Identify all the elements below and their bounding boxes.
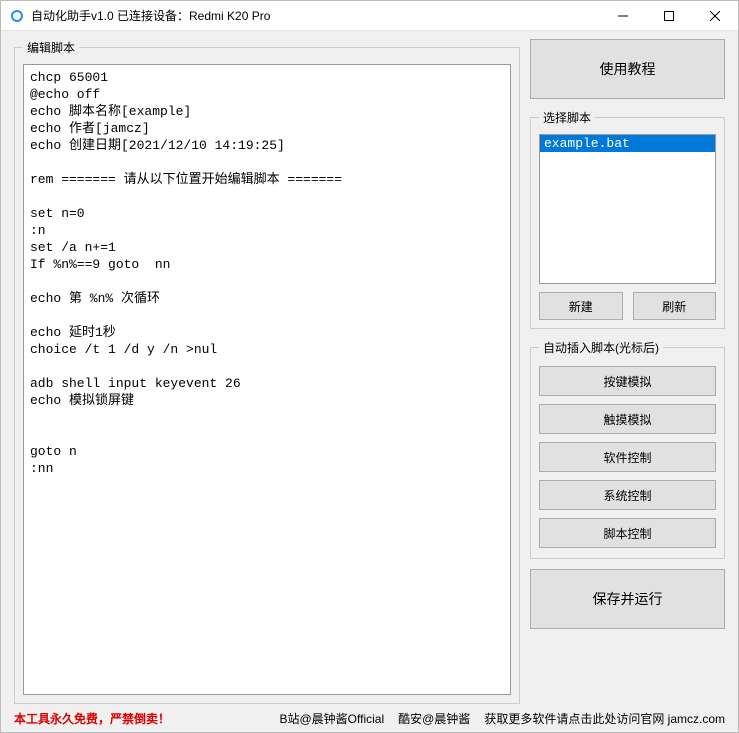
editor-legend: 编辑脚本 [23,39,79,56]
list-item[interactable]: example.bat [540,135,715,152]
tutorial-button[interactable]: 使用教程 [530,39,725,99]
window-controls [600,1,738,31]
auto-insert-group: 自动插入脚本(光标后) 按键模拟 触摸模拟 软件控制 系统控制 脚本控制 [530,339,725,559]
footer-warning: 本工具永久免费，严禁倒卖！ [14,710,170,727]
app-icon [9,8,25,24]
script-editor[interactable] [23,64,511,695]
app-window: 自动化助手v1.0 已连接设备：Redmi K20 Pro 编辑脚本 使用教程 … [0,0,739,733]
coolapk-link[interactable]: 酷安@晨钟酱 [398,710,470,727]
titlebar: 自动化助手v1.0 已连接设备：Redmi K20 Pro [1,1,738,31]
new-button[interactable]: 新建 [539,292,623,320]
script-buttons-row: 新建 刷新 [539,292,716,320]
minimize-button[interactable] [600,1,646,31]
bilibili-link[interactable]: B站@晨钟酱Official [279,710,384,727]
website-link[interactable]: 获取更多软件请点击此处访问官网 jamcz.com [484,710,725,727]
select-script-legend: 选择脚本 [539,109,595,126]
editor-group: 编辑脚本 [14,39,520,704]
footer: 本工具永久免费，严禁倒卖！ B站@晨钟酱Official 酷安@晨钟酱 获取更多… [1,708,738,732]
touch-sim-button[interactable]: 触摸模拟 [539,404,716,434]
key-sim-button[interactable]: 按键模拟 [539,366,716,396]
main-content: 编辑脚本 使用教程 选择脚本 example.bat 新建 刷新 自动插入脚本(… [1,31,738,708]
close-button[interactable] [692,1,738,31]
refresh-button[interactable]: 刷新 [633,292,717,320]
software-ctrl-button[interactable]: 软件控制 [539,442,716,472]
script-listbox[interactable]: example.bat [539,134,716,284]
maximize-button[interactable] [646,1,692,31]
left-column: 编辑脚本 [14,39,520,704]
right-column: 使用教程 选择脚本 example.bat 新建 刷新 自动插入脚本(光标后) … [530,39,725,704]
select-script-group: 选择脚本 example.bat 新建 刷新 [530,109,725,329]
window-title: 自动化助手v1.0 已连接设备：Redmi K20 Pro [31,7,600,24]
script-ctrl-button[interactable]: 脚本控制 [539,518,716,548]
system-ctrl-button[interactable]: 系统控制 [539,480,716,510]
auto-insert-legend: 自动插入脚本(光标后) [539,339,663,356]
save-run-button[interactable]: 保存并运行 [530,569,725,629]
